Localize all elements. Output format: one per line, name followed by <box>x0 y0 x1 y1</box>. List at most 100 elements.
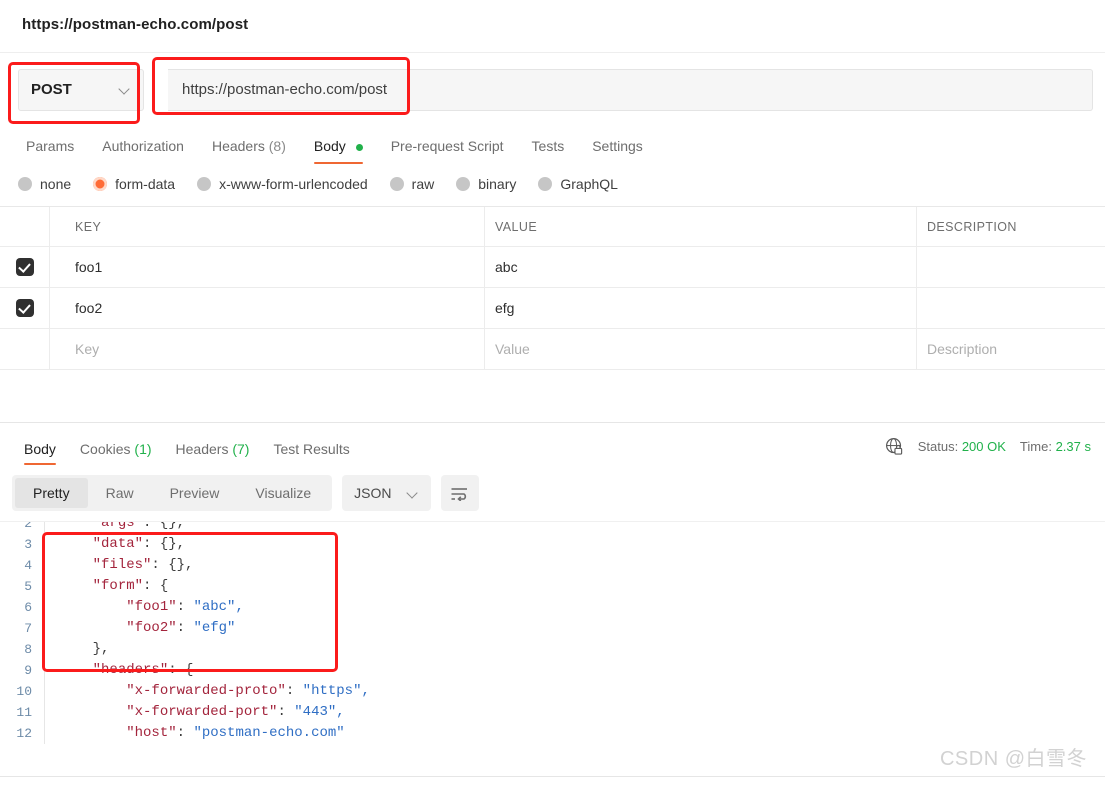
tab-pre-request-script[interactable]: Pre-request Script <box>377 138 518 164</box>
http-method-dropdown[interactable]: POST <box>18 68 144 111</box>
response-view-toolbar: Pretty Raw Preview Visualize JSON <box>0 469 1105 521</box>
response-tab-cookies[interactable]: Cookies (1) <box>68 441 164 469</box>
body-type-radio-group: none form-data x-www-form-urlencoded raw… <box>0 164 1105 206</box>
http-method-label: POST <box>31 81 72 98</box>
tab-label: Authorization <box>102 138 184 154</box>
line-number: 5 <box>24 579 32 594</box>
code-line: 9 "headers": { <box>0 660 1105 681</box>
response-tab-body[interactable]: Body <box>12 441 68 469</box>
line-number: 11 <box>16 705 32 720</box>
tab-authorization[interactable]: Authorization <box>88 138 198 164</box>
status-value: 200 OK <box>961 438 1006 454</box>
radio-raw[interactable]: raw <box>389 176 434 192</box>
cell-value[interactable]: efg <box>495 300 514 316</box>
column-header-value: VALUE <box>495 219 538 234</box>
tab-count: (7) <box>232 441 250 457</box>
response-tab-test-results[interactable]: Test Results <box>261 441 361 469</box>
request-title-bar: https://postman-echo.com/post <box>0 0 1105 52</box>
radio-label: none <box>40 176 72 192</box>
radio-x-www-form-urlencoded[interactable]: x-www-form-urlencoded <box>197 176 368 192</box>
radio-none[interactable]: none <box>18 176 71 192</box>
url-input-value: https://postman-echo.com/post <box>182 81 388 98</box>
chevron-down-icon <box>120 84 131 95</box>
view-mode-preview[interactable]: Preview <box>152 478 238 508</box>
cell-description-placeholder[interactable]: Description <box>927 341 997 357</box>
row-checkbox[interactable] <box>15 258 34 276</box>
code-text: "x-forwarded-port": "443", <box>44 702 1105 723</box>
response-tab-headers[interactable]: Headers (7) <box>164 441 262 469</box>
tab-label: Headers <box>175 441 229 457</box>
radio-graphql[interactable]: GraphQL <box>538 176 618 192</box>
tab-count: (8) <box>268 138 286 154</box>
code-line: 8 }, <box>0 639 1105 660</box>
response-body-json-viewer[interactable]: 2 "args": {}, 3 "data": {}, 4 "files": {},… <box>0 521 1105 753</box>
word-wrap-button[interactable] <box>440 475 479 511</box>
active-tab-underline <box>313 161 363 164</box>
cell-key-placeholder[interactable]: Key <box>75 341 99 357</box>
chevron-down-icon <box>408 488 419 499</box>
view-mode-pretty[interactable]: Pretty <box>15 478 88 508</box>
tab-label: Params <box>26 138 75 154</box>
radio-label: form-data <box>115 176 176 192</box>
tab-label: Cookies <box>79 441 131 457</box>
row-checkbox-cell <box>0 247 50 287</box>
radio-icon <box>18 177 32 191</box>
postman-window: https://postman-echo.com/post POST https… <box>0 0 1105 785</box>
code-text: "form": { <box>44 576 1105 597</box>
code-text: "foo1": "abc", <box>44 597 1105 618</box>
code-line: 7 "foo2": "efg" <box>0 618 1105 639</box>
radio-icon <box>456 177 471 191</box>
bottom-divider <box>0 776 1105 777</box>
tab-tests[interactable]: Tests <box>518 138 579 164</box>
json-scroll-content: 2 "args": {}, 3 "data": {}, 4 "files": {},… <box>0 522 1105 744</box>
cell-key[interactable]: foo2 <box>75 300 102 316</box>
tab-settings[interactable]: Settings <box>578 138 657 164</box>
request-tabs: Params Authorization Headers (8) Body Pr… <box>0 126 1105 164</box>
row-checkbox[interactable] <box>15 299 34 317</box>
table-header-row: KEY VALUE DESCRIPTION <box>0 207 1105 247</box>
code-text: "x-forwarded-proto": "https", <box>44 681 1105 702</box>
radio-binary[interactable]: binary <box>456 176 516 192</box>
radio-icon <box>197 177 212 191</box>
cell-value[interactable]: abc <box>495 259 518 275</box>
tab-label: Test Results <box>273 441 350 457</box>
tab-count: (1) <box>134 441 152 457</box>
tab-label: Body <box>24 441 56 457</box>
cell-key[interactable]: foo1 <box>75 259 102 275</box>
view-mode-raw[interactable]: Raw <box>88 478 152 508</box>
time-badge: Time: 2.37 s <box>1020 439 1091 454</box>
header-checkbox-cell <box>0 207 50 246</box>
url-bar: POST https://postman-echo.com/post <box>0 52 1105 126</box>
tab-label: Tests <box>531 138 565 154</box>
tab-label: Settings <box>592 138 643 154</box>
page-title: https://postman-echo.com/post <box>22 16 249 33</box>
response-format-dropdown[interactable]: JSON <box>342 475 431 511</box>
form-data-table: KEY VALUE DESCRIPTION foo1 abc foo2 efg … <box>0 206 1105 370</box>
view-mode-visualize[interactable]: Visualize <box>237 478 329 508</box>
response-format-label: JSON <box>354 485 392 501</box>
code-line: 5 "form": { <box>0 576 1105 597</box>
status-label: Status: <box>917 438 959 454</box>
code-text: "host": "postman-echo.com" <box>44 723 1105 744</box>
code-text: "foo2": "efg" <box>44 618 1105 639</box>
line-number: 7 <box>24 621 32 636</box>
tab-params[interactable]: Params <box>12 138 88 164</box>
cell-value-placeholder[interactable]: Value <box>495 341 530 357</box>
line-number: 9 <box>24 663 32 678</box>
code-text: "data": {}, <box>44 534 1105 555</box>
tab-body[interactable]: Body <box>300 138 377 164</box>
code-line: 11 "x-forwarded-port": "443", <box>0 702 1105 723</box>
tab-headers[interactable]: Headers (8) <box>198 138 300 164</box>
radio-label: binary <box>478 176 517 192</box>
url-input[interactable]: https://postman-echo.com/post <box>168 68 1093 111</box>
word-wrap-icon <box>451 487 468 501</box>
radio-form-data[interactable]: form-data <box>93 176 175 192</box>
table-row[interactable]: foo2 efg <box>0 288 1105 329</box>
time-value: 2.37 s <box>1055 438 1091 454</box>
code-line: 12 "host": "postman-echo.com" <box>0 723 1105 744</box>
table-row-placeholder[interactable]: Key Value Description <box>0 329 1105 370</box>
tab-label: Pre-request Script <box>390 138 504 154</box>
radio-icon <box>389 177 404 191</box>
code-line: 4 "files": {}, <box>0 555 1105 576</box>
table-row[interactable]: foo1 abc <box>0 247 1105 288</box>
